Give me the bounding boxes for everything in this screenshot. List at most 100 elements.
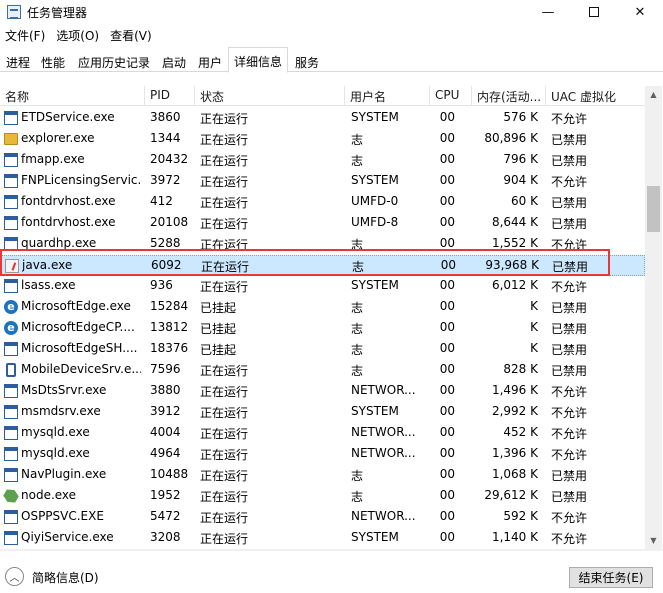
process-uac: 不允许 (551, 427, 588, 441)
process-name: fmapp.exe (21, 152, 85, 166)
process-row[interactable]: MobileDeviceSrv.e... 7596 正在运行 志 00 828 K 已禁用 (0, 360, 645, 381)
close-button[interactable]: ✕ (617, 0, 663, 24)
process-name: explorer.exe (21, 131, 95, 145)
app-window-icon (4, 468, 18, 482)
process-memory: 29,612 K (484, 488, 538, 502)
process-status: 正在运行 (200, 427, 249, 441)
process-row[interactable]: fontdrvhost.exe 412 正在运行 UMFD-0 00 60 K 已禁用 (0, 192, 645, 213)
process-row[interactable]: mysqld.exe 4964 正在运行 NETWOR... 00 1,396 K 不允许 (0, 444, 645, 465)
tab-users[interactable]: 用户 (193, 50, 227, 72)
process-pid: 3912 (150, 404, 181, 418)
process-uac: 不允许 (551, 280, 588, 294)
process-row[interactable]: MicrosoftEdgeSH.... 18376 已挂起 志 00 K 已禁用 (0, 339, 645, 360)
process-row[interactable]: MsDtsSrvr.exe 3880 正在运行 NETWOR... 00 1,496 K 不… (0, 381, 645, 402)
menu-options[interactable]: 选项(O) (51, 24, 105, 46)
process-pid: 6092 (151, 258, 182, 272)
tab-processes[interactable]: 进程 (2, 50, 34, 72)
vertical-scrollbar[interactable]: ▲ ▼ (645, 86, 662, 549)
process-name: mysqld.exe (21, 446, 90, 460)
process-row[interactable]: OSPPSVC.EXE 5472 正在运行 NETWOR... 00 592 K 不允许 (0, 507, 645, 528)
process-row[interactable]: fmapp.exe 20432 正在运行 志 00 796 K 已禁用 (0, 150, 645, 171)
process-row[interactable]: lsass.exe 936 正在运行 SYSTEM 00 6,012 K 不允许 (0, 276, 645, 297)
process-memory: 93,968 K (485, 258, 539, 272)
minimize-button[interactable]: — (525, 0, 571, 24)
process-user: NETWOR... (351, 446, 416, 460)
process-name: MicrosoftEdgeSH.... (21, 341, 138, 355)
process-row[interactable]: FNPLicensingServic... 3972 正在运行 SYSTEM 00 904… (0, 171, 645, 192)
process-user: UMFD-0 (351, 194, 399, 208)
menu-bar: 文件(F) 选项(O) 查看(V) (0, 24, 158, 46)
maximize-icon (589, 7, 599, 17)
edge-icon: e (4, 300, 18, 314)
column-header-name[interactable]: 名称 (0, 86, 145, 106)
scroll-down-arrow-icon[interactable]: ▼ (645, 532, 662, 549)
process-memory: 8,644 K (491, 215, 538, 229)
column-header-pid[interactable]: PID (145, 86, 195, 106)
column-header-cpu[interactable]: CPU (430, 86, 472, 106)
tab-startup[interactable]: 启动 (157, 50, 191, 72)
process-uac: 已禁用 (551, 301, 588, 315)
column-header-status[interactable]: 状态 (195, 86, 345, 106)
menu-view[interactable]: 查看(V) (105, 24, 158, 46)
process-row[interactable]: node.exe 1952 正在运行 志 00 29,612 K 已禁用 (0, 486, 645, 507)
tab-app-history[interactable]: 应用历史记录 (72, 50, 156, 72)
process-status: 正在运行 (200, 112, 249, 126)
process-row[interactable]: e MicrosoftEdgeCP.... 13812 已挂起 志 00 K 已禁用 (0, 318, 645, 339)
process-user: 志 (351, 301, 364, 315)
device-icon (6, 363, 16, 377)
process-memory: 828 K (503, 362, 538, 376)
process-status: 正在运行 (200, 511, 249, 525)
tab-bar: 进程 性能 应用历史记录 启动 用户 详细信息 服务 (0, 47, 663, 73)
process-status: 正在运行 (200, 364, 249, 378)
process-cpu: 00 (439, 509, 455, 523)
app-window-icon (4, 384, 18, 398)
process-row[interactable]: mysqld.exe 4004 正在运行 NETWOR... 00 452 K 不允许 (0, 423, 645, 444)
menu-file[interactable]: 文件(F) (0, 24, 51, 46)
process-uac: 已禁用 (551, 364, 588, 378)
tab-performance[interactable]: 性能 (36, 50, 70, 72)
process-row[interactable]: fontdrvhost.exe 20108 正在运行 UMFD-8 00 8,644 K 已… (0, 213, 645, 234)
process-row[interactable]: NavPlugin.exe 10488 正在运行 志 00 1,068 K 已禁用 (0, 465, 645, 486)
process-memory: 6,012 K (491, 278, 538, 292)
process-memory: 80,896 K (484, 131, 538, 145)
brief-info-link[interactable]: 简略信息(D) (32, 569, 99, 586)
process-uac: 不允许 (551, 406, 588, 420)
maximize-button[interactable] (571, 0, 617, 24)
process-row[interactable]: msmdsrv.exe 3912 正在运行 SYSTEM 00 2,992 K 不允许 (0, 402, 645, 423)
end-task-button[interactable]: 结束任务(E) (569, 567, 653, 588)
edge-icon: e (4, 321, 18, 335)
scroll-up-arrow-icon[interactable]: ▲ (645, 86, 662, 103)
tab-services[interactable]: 服务 (290, 50, 324, 72)
process-cpu: 00 (439, 236, 455, 250)
process-row[interactable]: explorer.exe 1344 正在运行 志 00 80,896 K 已禁用 (0, 129, 645, 150)
collapse-chevron-icon[interactable]: ︿ (5, 567, 24, 586)
column-header-user[interactable]: 用户名 (345, 86, 430, 106)
process-pid: 20432 (150, 152, 189, 166)
process-row[interactable]: quardhp.exe 5288 正在运行 志 00 1,552 K 不允许 (0, 234, 645, 255)
process-pid: 4004 (150, 425, 181, 439)
process-user: NETWOR... (351, 425, 416, 439)
column-header-memory[interactable]: 内存(活动... (472, 86, 546, 106)
app-window-icon (4, 405, 18, 419)
process-cpu: 00 (439, 404, 455, 418)
process-row[interactable]: e MicrosoftEdge.exe 15284 已挂起 志 00 K 已禁用 (0, 297, 645, 318)
process-pid: 1344 (150, 131, 181, 145)
process-cpu: 00 (439, 299, 455, 313)
process-memory: 796 K (503, 152, 538, 166)
process-pid: 936 (150, 278, 173, 292)
process-name: MicrosoftEdge.exe (21, 299, 131, 313)
process-name: node.exe (21, 488, 77, 502)
process-pid: 412 (150, 194, 173, 208)
scroll-thumb[interactable] (647, 186, 660, 232)
process-row[interactable]: java.exe 6092 正在运行 志 00 93,968 K 已禁用 (0, 255, 645, 276)
process-name: fontdrvhost.exe (21, 215, 116, 229)
app-window-icon (4, 531, 18, 545)
process-memory: 904 K (503, 173, 538, 187)
process-row[interactable]: ETDService.exe 3860 正在运行 SYSTEM 00 576 K 不允许 (0, 108, 645, 129)
process-row[interactable]: QiyiService.exe 3208 正在运行 SYSTEM 00 1,140 K 不允… (0, 528, 645, 549)
process-pid: 3208 (150, 530, 181, 544)
process-status: 正在运行 (200, 196, 249, 210)
process-name: NavPlugin.exe (21, 467, 107, 481)
tab-details[interactable]: 详细信息 (228, 47, 288, 73)
column-header-uac[interactable]: UAC 虚拟化 (546, 86, 645, 106)
